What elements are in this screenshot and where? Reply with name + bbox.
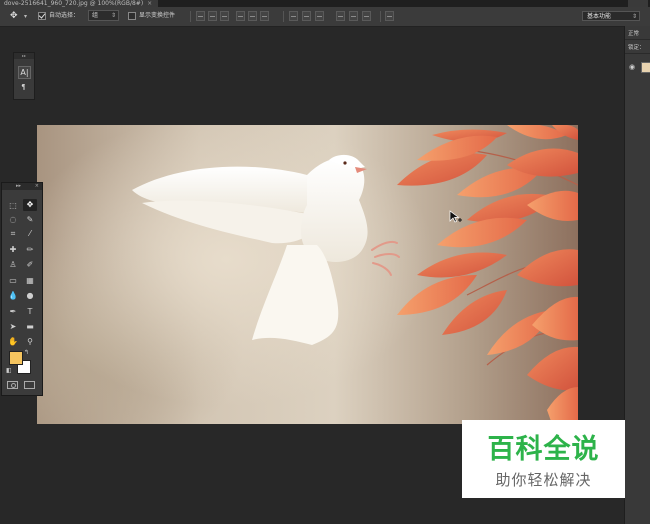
crop-tool-icon[interactable]: ⌗ bbox=[6, 228, 20, 240]
dove-illustration bbox=[132, 154, 400, 345]
move-tool-icon[interactable]: ✥ bbox=[23, 199, 37, 211]
shape-tool-icon[interactable]: ▬ bbox=[23, 321, 37, 333]
history-brush-tool-icon[interactable]: ✐ bbox=[23, 259, 37, 271]
paragraph-panel-icon[interactable]: ¶ bbox=[18, 82, 29, 93]
show-transform-check-icon bbox=[128, 11, 136, 20]
options-bar: ✥ ▾ 自动选择： 组 显示变换控件 基本功能 bbox=[0, 7, 650, 27]
swap-colors-icon[interactable]: ↰ bbox=[24, 349, 29, 356]
quick-select-tool-icon[interactable]: ✎ bbox=[23, 214, 37, 226]
align-horizontal-center-icon[interactable] bbox=[248, 11, 257, 21]
workspace-select[interactable]: 基本功能 bbox=[582, 11, 640, 22]
panel-tab-collapsed[interactable] bbox=[628, 0, 648, 7]
distribute-right-icon[interactable] bbox=[362, 11, 371, 21]
eye-icon[interactable]: ◉ bbox=[629, 63, 635, 71]
dodge-tool-icon[interactable]: ● bbox=[23, 290, 37, 302]
divider bbox=[380, 11, 381, 22]
divider bbox=[190, 11, 191, 22]
move-cursor-icon bbox=[449, 210, 462, 223]
panel-grip[interactable]: ▸▸ bbox=[14, 53, 34, 59]
align-bottom-icon[interactable] bbox=[220, 11, 229, 21]
auto-select-target-value: 组 bbox=[88, 10, 119, 21]
right-panel-dock: 正常 锁定： ◉ bbox=[624, 26, 650, 524]
divider bbox=[283, 11, 284, 22]
distribute-vertical-buttons bbox=[289, 11, 329, 22]
align-right-icon[interactable] bbox=[260, 11, 269, 21]
close-icon[interactable]: × bbox=[35, 183, 39, 190]
default-colors-icon[interactable]: ◧ bbox=[6, 367, 12, 374]
align-left-icon[interactable] bbox=[236, 11, 245, 21]
chevron-down-icon: ▾ bbox=[24, 13, 28, 20]
auto-select-label: 自动选择： bbox=[49, 12, 80, 19]
foreground-color-swatch[interactable] bbox=[9, 351, 23, 365]
tools-panel-grip[interactable]: ▸▸ × bbox=[2, 183, 42, 190]
eraser-tool-icon[interactable]: ▭ bbox=[6, 275, 20, 287]
type-tool-icon[interactable]: T bbox=[23, 306, 37, 318]
tool-preset-picker[interactable]: ✥ ▾ bbox=[8, 10, 30, 22]
document-tab-title: dove-2516641_960_720.jpg @ 100%(RGB/8#) bbox=[4, 0, 144, 7]
tools-panel: ▸▸ × ⬚ ✥ ◌ ✎ ⌗ ⁄ ✚ ✏ ♙ ✐ ▭ ▦ 💧 ● ✒ T ➤ ▬… bbox=[1, 182, 43, 396]
gradient-tool-icon[interactable]: ▦ bbox=[23, 275, 37, 287]
watermark-logo: 百科全说 助你轻松解决 bbox=[462, 420, 625, 498]
auto-select-checkbox[interactable]: 自动选择： bbox=[38, 10, 79, 22]
blur-tool-icon[interactable]: 💧 bbox=[6, 290, 20, 302]
eyedropper-tool-icon[interactable]: ⁄ bbox=[23, 228, 37, 240]
distribute-horizontal-center-icon[interactable] bbox=[349, 11, 358, 21]
auto-align-layers-icon[interactable] bbox=[385, 11, 394, 21]
watermark-title: 百科全说 bbox=[487, 434, 600, 465]
move-icon: ✥ bbox=[10, 11, 18, 21]
show-transform-label: 显示变换控件 bbox=[139, 12, 176, 19]
blend-mode-select[interactable]: 正常 bbox=[625, 28, 650, 40]
path-selection-tool-icon[interactable]: ➤ bbox=[6, 321, 20, 333]
screen-mode-icon[interactable] bbox=[24, 381, 35, 389]
pen-tool-icon[interactable]: ✒ bbox=[6, 306, 20, 318]
character-panel-icon[interactable]: A| bbox=[18, 66, 31, 79]
show-transform-checkbox[interactable]: 显示变换控件 bbox=[128, 10, 175, 22]
marquee-tool-icon[interactable]: ⬚ bbox=[6, 200, 20, 212]
expand-icon[interactable]: ▸▸ bbox=[16, 183, 21, 190]
distribute-horizontal-buttons bbox=[336, 11, 376, 22]
document-tab[interactable]: dove-2516641_960_720.jpg @ 100%(RGB/8#) × bbox=[0, 0, 159, 7]
healing-brush-tool-icon[interactable]: ✚ bbox=[6, 244, 20, 256]
align-top-icon[interactable] bbox=[196, 11, 205, 21]
distribute-left-icon[interactable] bbox=[336, 11, 345, 21]
auto-align-button bbox=[385, 11, 397, 22]
collapsed-panel-strip: ▸▸ A| ¶ bbox=[13, 52, 35, 100]
clone-stamp-tool-icon[interactable]: ♙ bbox=[6, 259, 20, 271]
document-canvas[interactable] bbox=[37, 125, 578, 424]
auto-select-check-icon bbox=[38, 11, 46, 20]
document-tab-bar: dove-2516641_960_720.jpg @ 100%(RGB/8#) × bbox=[0, 0, 650, 7]
brush-tool-icon[interactable]: ✏ bbox=[23, 244, 37, 256]
align-buttons bbox=[196, 11, 274, 22]
hand-tool-icon[interactable]: ✋ bbox=[6, 336, 20, 348]
distribute-vertical-center-icon[interactable] bbox=[302, 11, 311, 21]
document-tab-close-icon[interactable]: × bbox=[147, 0, 152, 7]
layer-thumbnail[interactable] bbox=[641, 62, 650, 73]
quick-mask-icon[interactable] bbox=[7, 381, 18, 389]
distribute-top-icon[interactable] bbox=[289, 11, 298, 21]
auto-select-target-select[interactable]: 组 bbox=[88, 10, 119, 22]
align-vertical-center-icon[interactable] bbox=[208, 11, 217, 21]
lasso-tool-icon[interactable]: ◌ bbox=[6, 214, 20, 226]
lock-label: 锁定： bbox=[625, 42, 650, 54]
distribute-bottom-icon[interactable] bbox=[315, 11, 324, 21]
watermark-subtitle: 助你轻松解决 bbox=[495, 471, 592, 489]
zoom-tool-icon[interactable]: ⚲ bbox=[23, 336, 37, 348]
